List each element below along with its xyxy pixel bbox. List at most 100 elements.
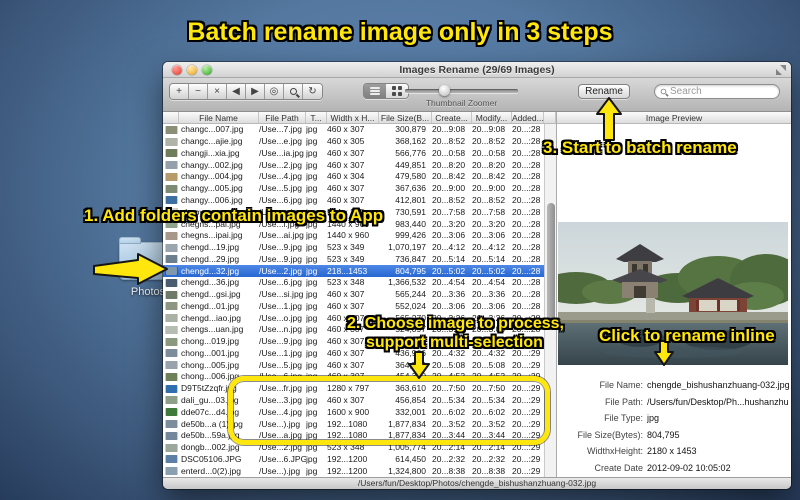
detail-value[interactable]: jpg bbox=[647, 413, 659, 423]
cell-modify: 20...8:52 bbox=[472, 136, 506, 147]
table-row[interactable]: changc...007.jpg/Use...7.jpg jpg 460 x 307… bbox=[163, 124, 544, 136]
next-button[interactable]: ▶ bbox=[246, 84, 265, 99]
search-button[interactable] bbox=[284, 84, 303, 99]
list-view-button[interactable] bbox=[364, 84, 386, 98]
table-row[interactable]: changy...002.jpg/Use...2.jpg jpg 460 x 307… bbox=[163, 159, 544, 172]
scrollbar-thumb[interactable] bbox=[546, 203, 555, 330]
column-header-thumb[interactable] bbox=[163, 112, 179, 123]
cell-added: 20...:28 bbox=[512, 265, 541, 276]
cell-name: changc...007.jpg bbox=[181, 124, 244, 135]
table-row[interactable]: changy...004.jpg/Use...4.jpg jpg 460 x 304… bbox=[163, 171, 544, 183]
column-header[interactable]: Modify... bbox=[472, 112, 512, 123]
table-row[interactable]: DSC05106.JPG/Use...6.JPG jpg 192...1200 614… bbox=[163, 453, 544, 466]
cell-path: /Use...5.jpg bbox=[259, 183, 302, 194]
cell-create: 20...8:38 bbox=[432, 465, 466, 476]
cell-create: 20...8:52 bbox=[432, 136, 466, 147]
image-thumbnail-icon bbox=[165, 161, 177, 170]
cell-added: 20...:28 bbox=[512, 289, 541, 300]
cell-name: changy...002.jpg bbox=[181, 159, 243, 170]
cell-path: /Use...ia.jpg bbox=[259, 147, 304, 158]
row-thumbnail bbox=[163, 349, 179, 358]
cell-create: 20...4:12 bbox=[432, 242, 466, 253]
image-thumbnail-icon bbox=[165, 408, 177, 417]
image-thumbnail-icon bbox=[165, 243, 177, 252]
window-title: Images Rename (29/69 Images) bbox=[399, 64, 555, 76]
table-row[interactable]: chengd...01.jpg/Use...1.jpg jpg 460 x 307 5… bbox=[163, 300, 544, 313]
detail-value[interactable]: 2180 x 1453 bbox=[647, 446, 697, 456]
cell-added: 20...:29 bbox=[512, 453, 541, 464]
table-row[interactable]: enterd...0(2).jpg/Use...).jpg jpg 192...12… bbox=[163, 465, 544, 477]
cell-type: jpg bbox=[306, 159, 318, 170]
column-header[interactable]: File Path bbox=[259, 112, 306, 123]
fullscreen-icon[interactable] bbox=[776, 65, 786, 75]
table-row[interactable]: changc...ajie.jpg/Use...e.jpg jpg 460 x 30… bbox=[163, 135, 544, 148]
detail-value[interactable]: /Users/fun/Desktop/Ph...hushanzhuang-032… bbox=[647, 397, 789, 407]
column-header[interactable]: File Name bbox=[179, 112, 259, 123]
table-row[interactable]: chong...005.jpg/Use...5.jpgjpg460 x 3073… bbox=[163, 359, 544, 372]
column-header[interactable]: T... bbox=[306, 112, 327, 123]
cell-name: chengd...iao.jpg bbox=[181, 312, 242, 323]
preview-button[interactable]: ◎ bbox=[265, 84, 284, 99]
delete-button[interactable]: × bbox=[208, 84, 227, 99]
cell-name: chengd...29.jpg bbox=[181, 253, 240, 264]
table-row[interactable]: changy...006.jpg/Use...6.jpg jpg 460 x 307… bbox=[163, 194, 544, 207]
row-thumbnail bbox=[163, 290, 179, 299]
cell-dims: 460 x 307 bbox=[327, 147, 365, 158]
view-toggle bbox=[363, 83, 409, 99]
cell-create: 20...4:54 bbox=[432, 277, 466, 288]
thumbnail-zoomer-slider[interactable] bbox=[405, 85, 518, 96]
remove-button[interactable]: − bbox=[189, 84, 208, 99]
table-row[interactable]: chengd...36.jpg/Use...6.jpg jpg 523 x 348 1… bbox=[163, 276, 544, 289]
detail-value[interactable]: chengde_bishushanzhuang-032.jpg bbox=[647, 380, 789, 390]
cell-size: 730,591 bbox=[395, 206, 426, 217]
cell-name: chong...005.jpg bbox=[181, 359, 240, 370]
cell-modify: 20...3:06 bbox=[472, 230, 506, 241]
row-thumbnail bbox=[163, 431, 179, 440]
column-header[interactable]: Added... bbox=[512, 112, 544, 123]
add-button[interactable]: + bbox=[170, 84, 189, 99]
cell-create: 20...3:06 bbox=[432, 230, 466, 241]
inline-rename-annotation: Click to rename inline bbox=[599, 326, 775, 345]
column-header[interactable]: Width x H... bbox=[327, 112, 379, 123]
table-row[interactable]: chengd...gsi.jpg/Use...si.jpg jpg 460 x 30… bbox=[163, 288, 544, 301]
detail-label: File Type: bbox=[604, 413, 643, 423]
cell-path: /Use...2.jpg bbox=[259, 159, 302, 170]
row-thumbnail bbox=[163, 231, 179, 240]
detail-row: File Path: /Users/fun/Desktop/Ph...hushan… bbox=[557, 397, 789, 414]
row-thumbnail bbox=[163, 314, 179, 323]
cell-path: /Use...9.jpg bbox=[259, 253, 302, 264]
image-thumbnail-icon bbox=[165, 384, 177, 393]
title-bar[interactable]: Images Rename (29/69 Images) bbox=[163, 62, 791, 78]
cell-modify: 20...8:52 bbox=[472, 194, 506, 205]
search-input[interactable]: Search bbox=[654, 84, 780, 99]
cell-type: jpg bbox=[306, 265, 318, 276]
previous-button[interactable]: ◀ bbox=[227, 84, 246, 99]
table-row[interactable]: changji...xia.jpg/Use...ia.jpg jpg 460 x 3… bbox=[163, 147, 544, 160]
table-row[interactable]: changy...005.jpg/Use...5.jpg jpg 460 x 307… bbox=[163, 182, 544, 195]
cell-type: jpg bbox=[306, 171, 318, 182]
table-row[interactable]: chengd...32.jpg/Use...2.jpg jpg 218...1453… bbox=[163, 265, 544, 277]
table-row[interactable]: chengd...19.jpg/Use...9.jpg jpg 523 x 349 1… bbox=[163, 241, 544, 254]
table-row[interactable]: chegns...ipai.jpg/Use...ai.jpg jpg 1440 x … bbox=[163, 229, 544, 242]
cell-modify: 20...0:58 bbox=[472, 147, 506, 158]
detail-value[interactable]: 2012-09-02 10:05:02 bbox=[647, 463, 731, 473]
table-row[interactable]: chengd...29.jpg/Use...9.jpg jpg 523 x 349 7… bbox=[163, 253, 544, 266]
column-header[interactable]: File Size(B... bbox=[379, 112, 432, 123]
cell-modify: 20...7:58 bbox=[472, 206, 506, 217]
cell-size: 412,801 bbox=[395, 194, 426, 205]
cell-added: 20...:28 bbox=[512, 218, 541, 229]
detail-value[interactable]: 804,795 bbox=[647, 430, 680, 440]
refresh-button[interactable]: ↻ bbox=[303, 84, 322, 99]
magnifier-icon bbox=[289, 88, 297, 95]
cell-added: 20...:28 bbox=[512, 230, 541, 241]
cell-name: changji...xia.jpg bbox=[181, 147, 240, 158]
cell-dims: 523 x 348 bbox=[327, 277, 365, 288]
column-header[interactable]: Create... bbox=[432, 112, 472, 123]
arrow-right-icon bbox=[93, 253, 168, 285]
detail-row: File Size(Bytes): 804,795 bbox=[557, 430, 789, 447]
cell-path: /Use...7.jpg bbox=[259, 124, 302, 135]
cell-create: 20...5:02 bbox=[432, 265, 466, 276]
image-thumbnail-icon bbox=[165, 302, 177, 311]
cell-modify: 20...9:00 bbox=[472, 183, 506, 194]
slider-knob[interactable] bbox=[438, 85, 450, 96]
